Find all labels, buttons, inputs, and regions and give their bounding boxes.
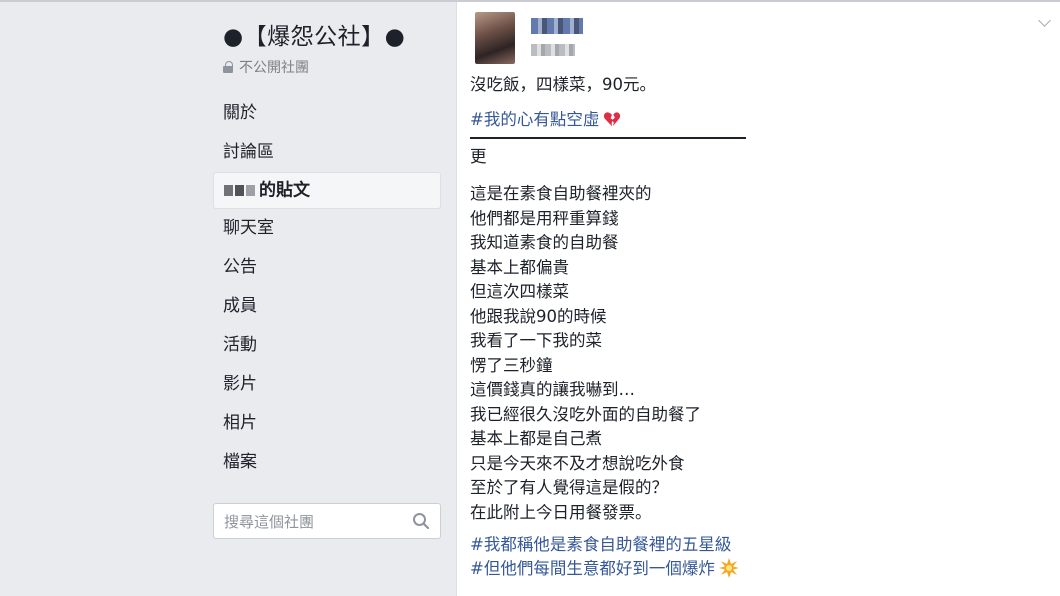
search-icon[interactable] [412,512,430,530]
post-line: 至於了有人覺得這是假的？ [470,478,668,497]
explosion-icon [718,558,739,578]
post-line: 他跟我說90的時候 [470,306,607,326]
nav-item-announcements[interactable]: 公告 [213,248,441,287]
post-line: 但這次四樣菜 [470,282,569,301]
post-body: 這是在素食自助餐裡夾的 他們都是用秤重算錢 我知道素食的自助餐 基本上都偏貴 但… [470,182,1030,525]
group-sidebar: ●【爆怨公社】● 不公開社團 關於 討論區 的貼文 聊天室 公告 成員 活動 影… [213,18,441,540]
separator-line [470,136,746,139]
avatar[interactable] [475,12,515,64]
hashtag-text[interactable]: #但他們每間生意都好到一個爆炸 [470,559,715,578]
update-label: 更 [470,146,487,166]
post-content: 沒吃飯，四樣菜，90元。 #我的心有點空虛 更 這是在素食自助餐裡夾的 他們都是… [470,73,1030,581]
post-first-line: 沒吃飯，四樣菜，90元。 [470,75,656,94]
post-line: 基本上都偏貴 [470,257,569,277]
nav-item-about[interactable]: 關於 [213,94,441,133]
post-line: 只是今天來不及才想說吃外食 [470,453,685,473]
search-input[interactable] [222,504,406,540]
nav-item-members[interactable]: 成員 [213,287,441,326]
nav-item-videos[interactable]: 影片 [213,365,441,404]
chevron-down-icon[interactable] [1038,14,1051,27]
nav-item-member-posts-label: 的貼文 [259,180,310,201]
hashtag-text[interactable]: #我的心有點空虛 [470,110,599,129]
group-nav: 關於 討論區 的貼文 聊天室 公告 成員 活動 影片 相片 檔案 [213,94,441,482]
post-line: 他們都是用秤重算錢 [470,208,619,228]
nav-item-chat[interactable]: 聊天室 [213,209,441,248]
post-line: 我知道素食的自助餐 [470,233,619,252]
hashtag-link[interactable]: #我都稱他是素食自助餐裡的五星級 [470,533,1030,557]
group-search [213,503,441,540]
post-line: 在此附上今日用餐發票。 [470,502,652,522]
post-line: 這是在素食自助餐裡夾的 [470,184,652,203]
nav-item-member-posts[interactable]: 的貼文 [213,172,441,209]
broken-heart-icon [604,111,621,126]
nav-item-events[interactable]: 活動 [213,326,441,365]
group-title[interactable]: ●【爆怨公社】● [223,18,441,56]
hashtag-link[interactable]: #但他們每間生意都好到一個爆炸 [470,557,1030,581]
lock-icon [223,61,233,73]
post-line: 我看了一下我的菜 [470,331,602,350]
nav-item-files[interactable]: 檔案 [213,443,441,482]
privacy-label: 不公開社團 [239,60,309,76]
post-line: 我已經很久沒吃外面的自助餐了 [470,404,701,424]
post-card: 沒吃飯，四樣菜，90元。 #我的心有點空虛 更 這是在素食自助餐裡夾的 他們都是… [456,2,1060,596]
post-line: 愣了三秒鐘 [470,355,553,375]
author-name-blurred[interactable] [531,18,583,34]
blurred-name [224,173,257,208]
post-timestamp-blurred[interactable] [531,44,575,56]
nav-item-photos[interactable]: 相片 [213,404,441,443]
post-line: 這價錢真的讓我嚇到… [470,380,635,399]
post-line: 基本上都是自己煮 [470,429,602,448]
nav-item-discussion[interactable]: 討論區 [213,133,441,172]
group-privacy: 不公開社團 [223,56,441,78]
hashtag-link[interactable]: #我的心有點空虛 [470,108,1030,132]
